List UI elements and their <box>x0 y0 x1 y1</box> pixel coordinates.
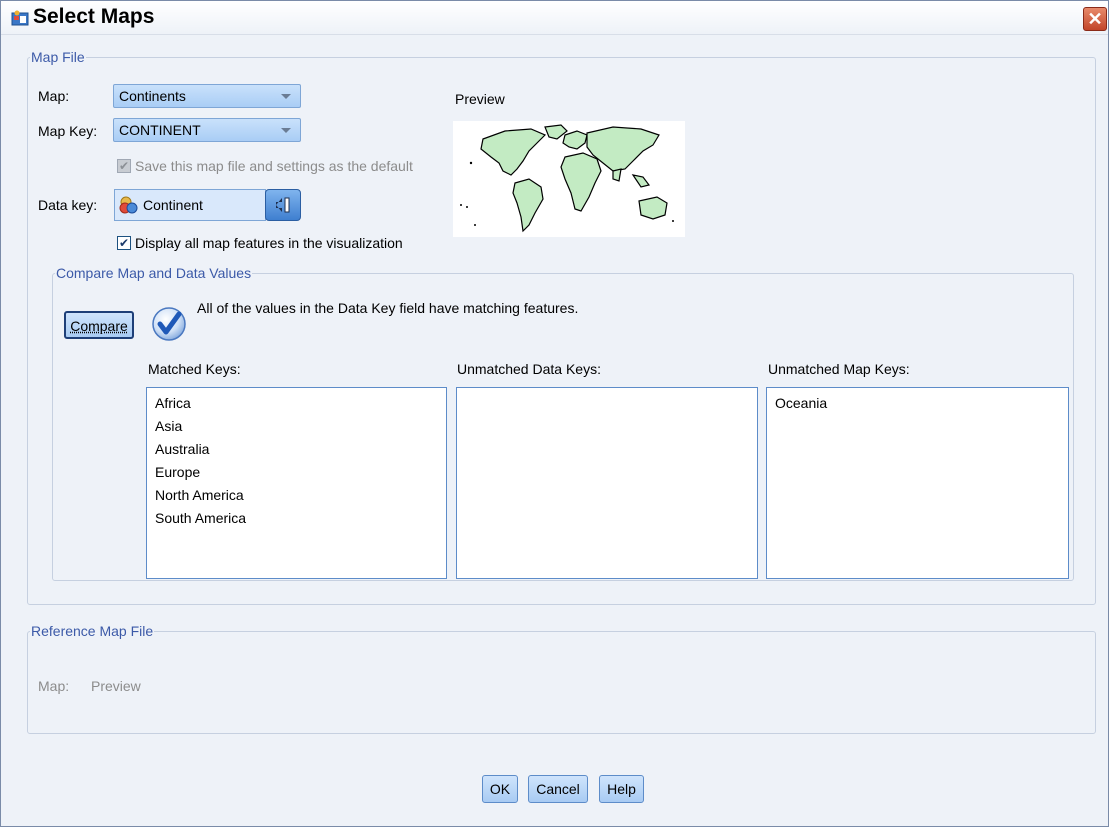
data-key-field[interactable]: Continent <box>114 189 266 221</box>
list-item[interactable]: Oceania <box>775 392 1060 415</box>
reference-map-group: Reference Map File <box>27 623 1096 734</box>
select-maps-dialog: Select Maps ✕ Map File Map: Continents M… <box>0 0 1109 827</box>
list-item[interactable]: Asia <box>155 415 438 438</box>
help-button[interactable]: Help <box>599 775 644 803</box>
display-all-checkbox[interactable]: ✔ <box>117 236 131 250</box>
display-all-label: Display all map features in the visualiz… <box>135 235 403 251</box>
unmatched-data-keys-list[interactable] <box>456 387 758 579</box>
map-file-legend: Map File <box>31 49 85 65</box>
unmatched-map-keys-label: Unmatched Map Keys: <box>768 361 910 377</box>
chevron-down-icon <box>281 128 291 133</box>
map-preview <box>453 121 685 237</box>
preview-label: Preview <box>455 91 505 107</box>
map-key-select[interactable]: CONTINENT <box>113 118 301 142</box>
close-button[interactable]: ✕ <box>1083 7 1107 31</box>
chevron-down-icon <box>281 94 291 99</box>
ok-button[interactable]: OK <box>482 775 518 803</box>
title-bar: Select Maps ✕ <box>1 1 1108 35</box>
list-item[interactable]: North America <box>155 484 438 507</box>
data-key-label: Data key: <box>38 197 98 213</box>
map-select-value: Continents <box>119 88 186 104</box>
list-item[interactable]: Australia <box>155 438 438 461</box>
ok-button-label: OK <box>489 781 511 797</box>
map-select[interactable]: Continents <box>113 84 301 108</box>
reference-map-legend: Reference Map File <box>31 623 154 639</box>
list-item[interactable]: Europe <box>155 461 438 484</box>
reference-preview-label: Preview <box>91 678 141 694</box>
cancel-button[interactable]: Cancel <box>528 775 588 803</box>
close-icon: ✕ <box>1087 9 1103 29</box>
save-default-label: Save this map file and settings as the d… <box>135 158 413 174</box>
app-icon <box>11 10 29 26</box>
save-default-checkbox[interactable]: ✔ <box>117 159 131 173</box>
checkmark-circle-icon <box>152 307 186 341</box>
reference-map-label: Map: <box>38 678 70 694</box>
list-item[interactable]: Africa <box>155 392 438 415</box>
matched-keys-label: Matched Keys: <box>148 361 241 377</box>
move-arrow-icon <box>276 197 290 213</box>
window-title: Select Maps <box>33 5 155 28</box>
unmatched-map-keys-list[interactable]: Oceania <box>766 387 1069 579</box>
unmatched-data-keys-label: Unmatched Data Keys: <box>457 361 601 377</box>
list-item[interactable]: South America <box>155 507 438 530</box>
data-key-value: Continent <box>143 197 203 213</box>
world-map-icon <box>460 124 674 233</box>
compare-legend: Compare Map and Data Values <box>56 265 252 281</box>
map-key-select-value: CONTINENT <box>119 122 201 138</box>
map-key-label: Map Key: <box>38 123 98 139</box>
map-label: Map: <box>38 88 70 104</box>
help-button-label: Help <box>607 781 636 797</box>
nominal-variable-icon <box>119 196 138 214</box>
cancel-button-label: Cancel <box>536 781 580 797</box>
compare-button-label: Compare <box>70 318 128 334</box>
matched-keys-list[interactable]: Africa Asia Australia Europe North America So… <box>146 387 447 579</box>
data-key-move-button[interactable] <box>265 189 301 221</box>
compare-status-message: All of the values in the Data Key field … <box>197 300 579 316</box>
compare-button[interactable]: Compare <box>64 311 134 339</box>
